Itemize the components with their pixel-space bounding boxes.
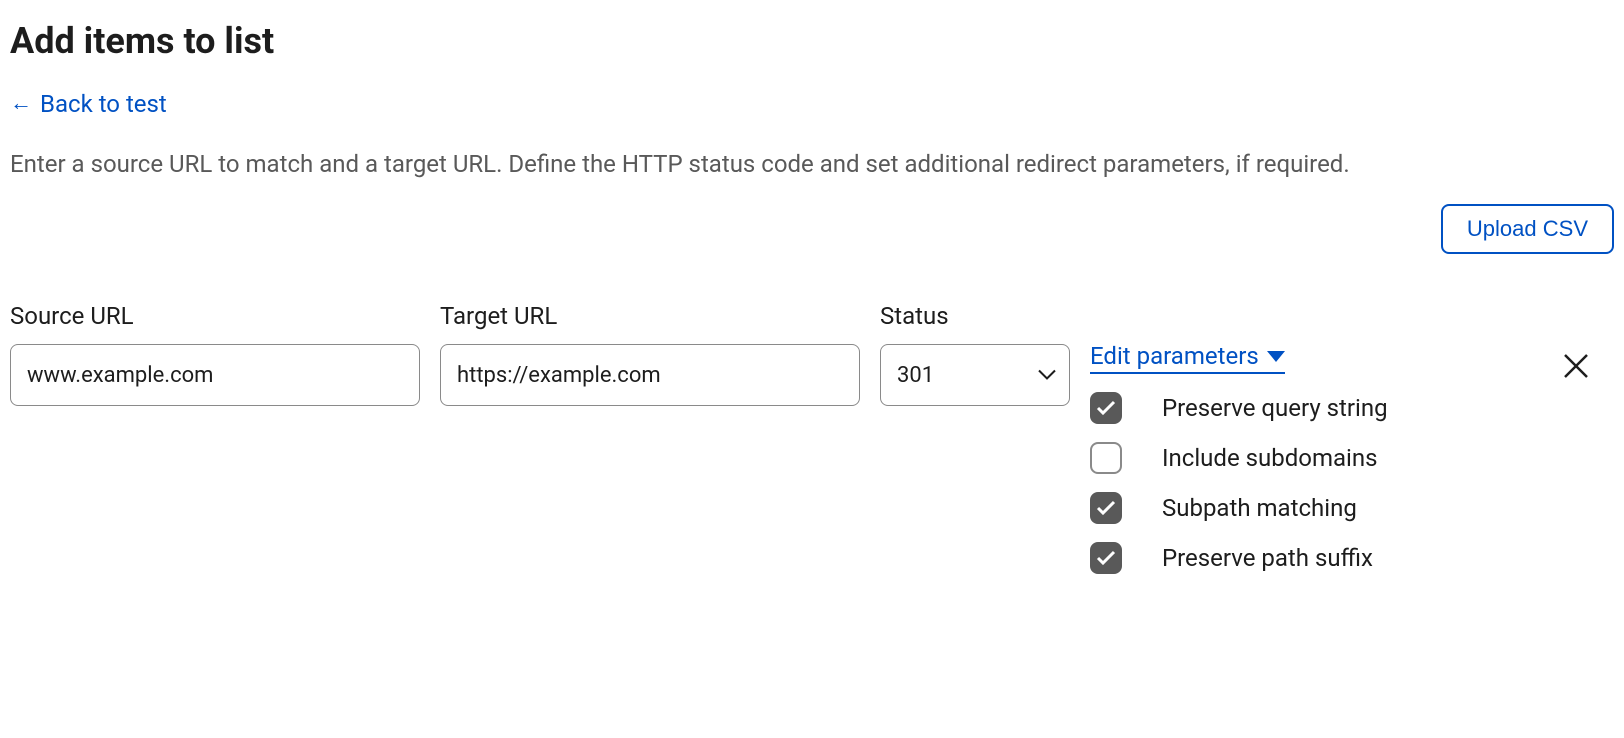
close-button[interactable] xyxy=(1558,348,1594,387)
checkbox-label: Preserve path suffix xyxy=(1162,544,1373,572)
upload-csv-button[interactable]: Upload CSV xyxy=(1441,204,1614,254)
back-link-label: Back to test xyxy=(40,90,167,118)
arrow-left-icon: ← xyxy=(10,93,32,115)
param-include-subdomains: Include subdomains xyxy=(1090,442,1388,474)
checkbox-preserve-path-suffix[interactable] xyxy=(1090,542,1122,574)
page-title: Add items to list xyxy=(10,20,1614,62)
status-label: Status xyxy=(880,302,1070,330)
caret-down-icon xyxy=(1267,351,1285,362)
checkbox-label: Subpath matching xyxy=(1162,494,1357,522)
checkbox-preserve-query-string[interactable] xyxy=(1090,392,1122,424)
param-subpath-matching: Subpath matching xyxy=(1090,492,1388,524)
description-text: Enter a source URL to match and a target… xyxy=(10,146,1510,182)
close-icon xyxy=(1562,352,1590,380)
source-url-label: Source URL xyxy=(10,302,420,330)
param-preserve-query-string: Preserve query string xyxy=(1090,392,1388,424)
edit-parameters-toggle[interactable]: Edit parameters xyxy=(1090,342,1285,374)
checkbox-label: Preserve query string xyxy=(1162,394,1388,422)
back-link[interactable]: ← Back to test xyxy=(10,90,167,118)
source-url-input[interactable] xyxy=(10,344,420,406)
param-preserve-path-suffix: Preserve path suffix xyxy=(1090,542,1388,574)
checkbox-label: Include subdomains xyxy=(1162,444,1378,472)
edit-parameters-label: Edit parameters xyxy=(1090,342,1259,370)
parameters-column: Edit parameters Preserve query string In… xyxy=(1090,302,1388,592)
status-field: Status 301 xyxy=(880,302,1070,406)
target-url-input[interactable] xyxy=(440,344,860,406)
status-select[interactable]: 301 xyxy=(880,344,1070,406)
source-url-field: Source URL xyxy=(10,302,420,406)
checkbox-subpath-matching[interactable] xyxy=(1090,492,1122,524)
target-url-field: Target URL xyxy=(440,302,860,406)
checkbox-include-subdomains[interactable] xyxy=(1090,442,1122,474)
target-url-label: Target URL xyxy=(440,302,860,330)
